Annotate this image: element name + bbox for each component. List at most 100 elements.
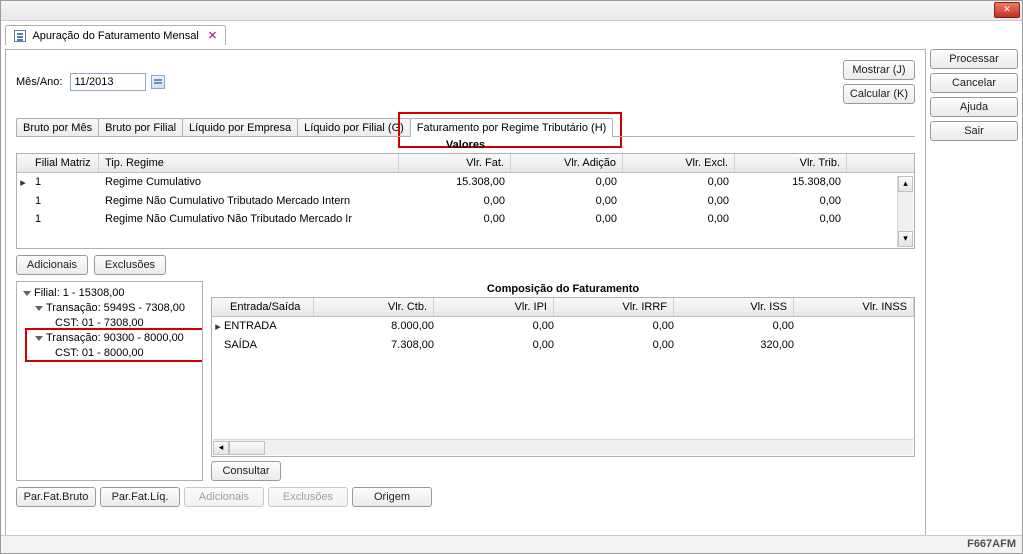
table-row[interactable]: 1 Regime Não Cumulativo Não Tributado Me… — [17, 210, 914, 228]
composicao-rows: ▸ ENTRADA 8.000,00 0,00 0,00 0,00 SAÍDA — [212, 317, 914, 354]
col-vlr-adicao[interactable]: Vlr. Adição — [511, 154, 623, 172]
scroll-down-icon[interactable]: ▾ — [898, 231, 913, 247]
inner-tabs: Bruto por Mês Bruto por Filial Líquido p… — [16, 118, 915, 137]
valores-grid-header: Filial Matriz Tip. Regime Vlr. Fat. Vlr.… — [17, 154, 914, 173]
cell-excl: 0,00 — [623, 176, 735, 189]
mes-ano-field: Mês/Ano: — [16, 73, 165, 91]
cell-iss: 320,00 — [674, 339, 794, 351]
exclusoes-button[interactable]: Exclusões — [94, 255, 166, 275]
col-entrada-saida[interactable]: Entrada/Saída — [224, 298, 314, 316]
cell-ctb: 7.308,00 — [314, 339, 434, 351]
col-vlr-fat[interactable]: Vlr. Fat. — [399, 154, 511, 172]
mes-ano-input[interactable] — [70, 73, 146, 91]
composicao-grid: Entrada/Saída Vlr. Ctb. Vlr. IPI Vlr. IR… — [211, 297, 915, 457]
table-row[interactable]: SAÍDA 7.308,00 0,00 0,00 320,00 — [212, 336, 914, 354]
sair-button[interactable]: Sair — [930, 121, 1018, 141]
cell-ipi: 0,00 — [434, 339, 554, 351]
row-indicator-icon: ▸ — [17, 176, 29, 189]
tree-node-transacao-2[interactable]: Transação: 90300 - 8000,00 — [23, 331, 196, 346]
calcular-button[interactable]: Calcular (K) — [843, 84, 915, 104]
cell-regime: Regime Não Cumulativo Tributado Mercado … — [99, 195, 399, 207]
cell-es: ENTRADA — [224, 320, 314, 333]
par-fat-bruto-button[interactable]: Par.Fat.Bruto — [16, 487, 96, 507]
origem-button[interactable]: Origem — [352, 487, 432, 507]
top-right-buttons: Mostrar (J) Calcular (K) — [843, 60, 915, 104]
col-filial-matriz[interactable]: Filial Matriz — [29, 154, 99, 172]
caret-icon — [23, 291, 31, 296]
cell-trib: 0,00 — [735, 213, 847, 225]
tab-bruto-mes[interactable]: Bruto por Mês — [16, 118, 99, 137]
status-bar: F667AFM — [1, 535, 1022, 553]
col-vlr-excl[interactable]: Vlr. Excl. — [623, 154, 735, 172]
tab-liquido-empresa[interactable]: Líquido por Empresa — [182, 118, 298, 137]
document-icon — [14, 30, 26, 42]
cell-ipi: 0,00 — [434, 320, 554, 333]
main-panel: Mês/Ano: Mostrar (J) Calcular (K) Bruto … — [5, 49, 926, 549]
cell-fat: 0,00 — [399, 213, 511, 225]
processar-button[interactable]: Processar — [930, 49, 1018, 69]
side-panel: Processar Cancelar Ajuda Sair — [930, 49, 1018, 549]
consultar-row: Consultar — [211, 461, 915, 481]
cell-inss — [794, 339, 914, 351]
col-vlr-iss[interactable]: Vlr. ISS — [674, 298, 794, 316]
tree-node-cst-1[interactable]: CST: 01 - 7308,00 — [23, 316, 196, 331]
scroll-thumb[interactable] — [229, 441, 265, 455]
tree-node-filial[interactable]: Filial: 1 - 15308,00 — [23, 286, 196, 301]
col-vlr-ipi[interactable]: Vlr. IPI — [434, 298, 554, 316]
par-fat-liq-button[interactable]: Par.Fat.Líq. — [100, 487, 180, 507]
cell-regime: Regime Cumulativo — [99, 176, 399, 189]
row-indicator-icon: ▸ — [212, 320, 224, 333]
document-tab[interactable]: Apuração do Faturamento Mensal ✕ — [5, 25, 226, 45]
bottom-bar: Par.Fat.Bruto Par.Fat.Líq. Adicionais Ex… — [16, 487, 915, 507]
mes-ano-label: Mês/Ano: — [16, 76, 62, 88]
consultar-button[interactable]: Consultar — [211, 461, 281, 481]
ajuda-button[interactable]: Ajuda — [930, 97, 1018, 117]
titlebar: ✕ — [1, 1, 1022, 21]
tab-faturamento-regime[interactable]: Faturamento por Regime Tributário (H) — [410, 118, 614, 137]
cell-filial: 1 — [29, 213, 99, 225]
table-row[interactable]: ▸ 1 Regime Cumulativo 15.308,00 0,00 0,0… — [17, 173, 914, 192]
valores-label: Valores — [16, 136, 915, 151]
cell-fat: 15.308,00 — [399, 176, 511, 189]
col-vlr-trib[interactable]: Vlr. Trib. — [735, 154, 847, 172]
exclusoes-bottom-button: Exclusões — [268, 487, 348, 507]
col-vlr-irrf[interactable]: Vlr. IRRF — [554, 298, 674, 316]
cell-inss — [794, 320, 914, 333]
scroll-left-icon[interactable]: ◂ — [213, 441, 229, 455]
composicao-title: Composição do Faturamento — [211, 281, 915, 297]
window-close-button[interactable]: ✕ — [994, 2, 1020, 18]
composicao-grid-header: Entrada/Saída Vlr. Ctb. Vlr. IPI Vlr. IR… — [212, 298, 914, 317]
cell-excl: 0,00 — [623, 195, 735, 207]
col-vlr-ctb[interactable]: Vlr. Ctb. — [314, 298, 434, 316]
document-tab-title: Apuração do Faturamento Mensal — [32, 30, 198, 42]
app-window: ✕ Apuração do Faturamento Mensal ✕ Mês/A… — [0, 0, 1023, 554]
caret-icon — [35, 336, 43, 341]
tab-liquido-filial[interactable]: Líquido por Filial (G) — [297, 118, 411, 137]
date-picker-icon[interactable] — [151, 75, 165, 89]
adicionais-button[interactable]: Adicionais — [16, 255, 88, 275]
mid-buttons: Adicionais Exclusões — [16, 255, 915, 275]
cell-adicao: 0,00 — [511, 176, 623, 189]
tab-close-icon[interactable]: ✕ — [208, 30, 217, 42]
work-area: Mês/Ano: Mostrar (J) Calcular (K) Bruto … — [1, 45, 1022, 553]
tab-bruto-filial[interactable]: Bruto por Filial — [98, 118, 183, 137]
valores-grid-rows: ▸ 1 Regime Cumulativo 15.308,00 0,00 0,0… — [17, 173, 914, 228]
cell-irrf: 0,00 — [554, 320, 674, 333]
table-row[interactable]: 1 Regime Não Cumulativo Tributado Mercad… — [17, 192, 914, 210]
mostrar-button[interactable]: Mostrar (J) — [843, 60, 915, 80]
cell-es: SAÍDA — [224, 339, 314, 351]
scroll-up-icon[interactable]: ▴ — [898, 176, 913, 192]
table-row[interactable]: ▸ ENTRADA 8.000,00 0,00 0,00 0,00 — [212, 317, 914, 336]
col-vlr-inss[interactable]: Vlr. INSS — [794, 298, 914, 316]
tree-pane: Filial: 1 - 15308,00 Transação: 5949S - … — [16, 281, 203, 481]
lower-area: Filial: 1 - 15308,00 Transação: 5949S - … — [16, 281, 915, 481]
vertical-scrollbar[interactable]: ▴ ▾ — [897, 176, 913, 247]
cell-ctb: 8.000,00 — [314, 320, 434, 333]
cancelar-button[interactable]: Cancelar — [930, 73, 1018, 93]
cell-filial: 1 — [29, 176, 99, 189]
col-tip-regime[interactable]: Tip. Regime — [99, 154, 399, 172]
cell-iss: 0,00 — [674, 320, 794, 333]
horizontal-scrollbar[interactable]: ◂ — [213, 439, 913, 455]
tree-node-cst-2[interactable]: CST: 01 - 8000,00 — [23, 346, 196, 361]
tree-node-transacao-1[interactable]: Transação: 5949S - 7308,00 — [23, 301, 196, 316]
